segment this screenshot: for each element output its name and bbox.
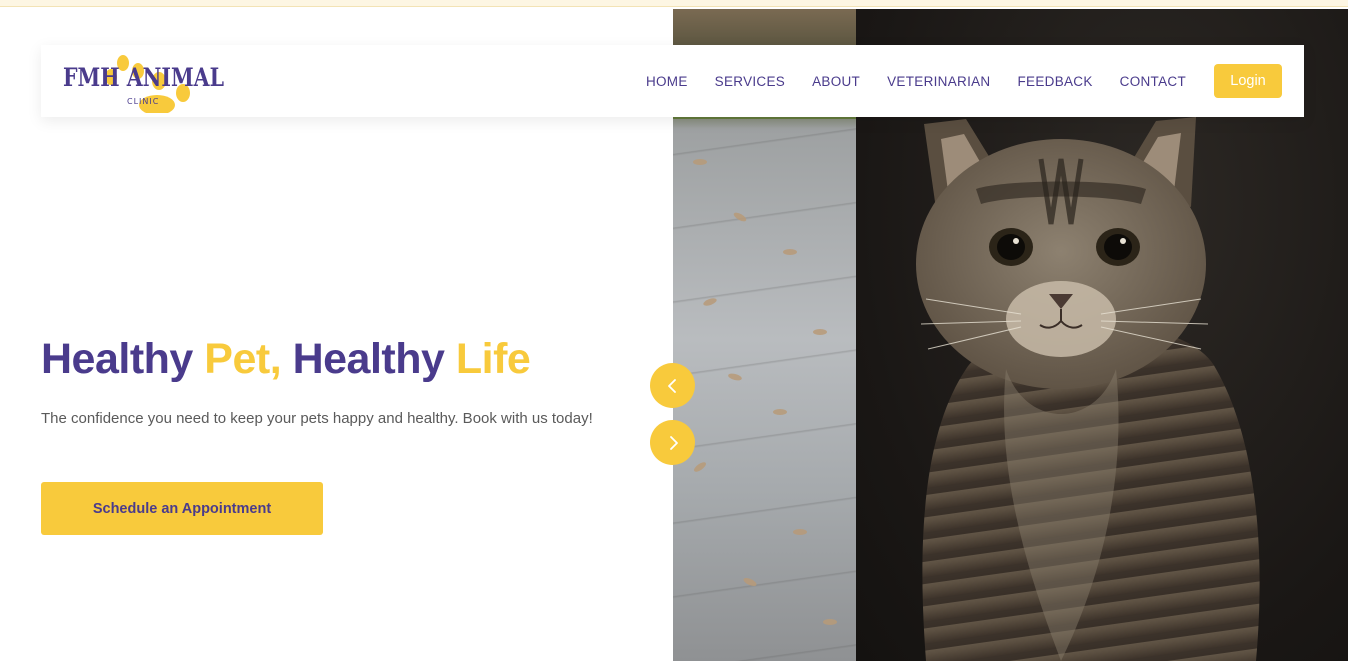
schedule-appointment-button[interactable]: Schedule an Appointment: [41, 482, 323, 535]
logo-subtitle: CLINIC: [127, 97, 160, 106]
hero-title: Healthy Pet, Healthy Life: [41, 335, 531, 384]
nav-home-link[interactable]: HOME: [646, 74, 688, 89]
chevron-left-icon: [667, 378, 676, 393]
nav-about-link[interactable]: ABOUT: [812, 74, 860, 89]
carousel-next-button[interactable]: [650, 420, 695, 465]
login-button[interactable]: Login: [1214, 64, 1282, 98]
chevron-right-icon: [669, 435, 678, 450]
nav-veterinarian-link[interactable]: VETERINARIAN: [887, 74, 990, 89]
navbar: FMH ANIMAL CLINIC HOME SERVICES ABOUT VE…: [41, 45, 1304, 117]
logo-title: FMH ANIMAL: [63, 63, 225, 92]
nav-feedback-link[interactable]: FEEDBACK: [1017, 74, 1092, 89]
hero-title-part-2: Pet,: [204, 335, 293, 383]
nav-menu: HOME SERVICES ABOUT VETERINARIAN FEEDBAC…: [646, 45, 1282, 117]
top-border: [0, 0, 1348, 7]
nav-services-link[interactable]: SERVICES: [715, 74, 785, 89]
hero-subtitle: The confidence you need to keep your pet…: [41, 410, 593, 427]
hero-title-part-4: Life: [455, 335, 531, 383]
carousel-prev-button[interactable]: [650, 363, 695, 408]
hero-title-part-3: Healthy: [292, 335, 456, 383]
logo[interactable]: FMH ANIMAL CLINIC: [63, 53, 225, 113]
hero-title-part-1: Healthy: [41, 335, 205, 383]
page: FMH ANIMAL CLINIC HOME SERVICES ABOUT VE…: [0, 0, 1348, 661]
nav-contact-link[interactable]: CONTACT: [1120, 74, 1186, 89]
